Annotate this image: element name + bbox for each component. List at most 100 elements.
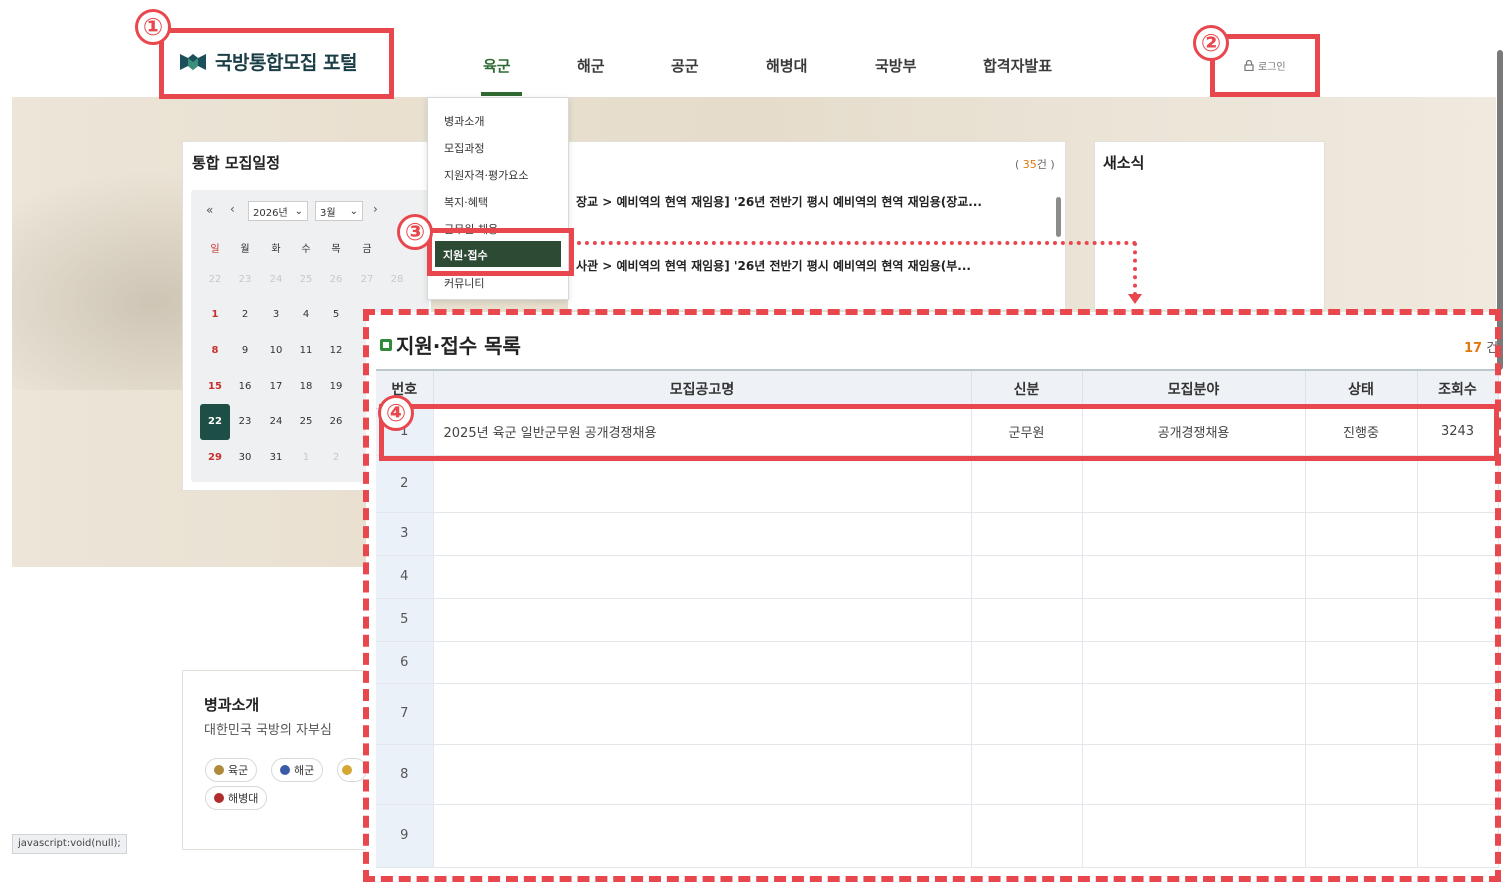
menu-item-qualifications[interactable]: 지원자격·평가요소 [444, 167, 528, 183]
intro-subtitle: 대한민국 국방의 자부심 [204, 723, 332, 738]
row-title[interactable] [433, 641, 972, 684]
calendar-day[interactable]: 4 [294, 309, 318, 320]
nav-active-indicator [481, 92, 522, 96]
table-row[interactable]: 4 [376, 555, 1499, 599]
row-title[interactable] [433, 683, 972, 745]
tag-airforce[interactable] [337, 758, 367, 782]
notice-scrollbar[interactable] [1056, 197, 1061, 237]
row-field [1082, 744, 1306, 805]
nav-marines[interactable]: 해병대 [766, 55, 807, 76]
calendar-day[interactable]: 8 [203, 345, 227, 356]
calendar-day[interactable]: 3 [264, 309, 288, 320]
table-row[interactable]: 3 [376, 512, 1499, 556]
table-row[interactable]: 2 [376, 455, 1499, 513]
row-field [1082, 598, 1306, 642]
row-title[interactable] [433, 512, 972, 556]
calendar-day[interactable]: 11 [294, 345, 318, 356]
row-number: 8 [376, 744, 434, 805]
calendar-day[interactable]: 23 [233, 416, 257, 427]
calendar-day[interactable]: 24 [264, 416, 288, 427]
calendar-day[interactable]: 2 [324, 452, 348, 463]
tag-army[interactable]: 육군 [205, 758, 258, 782]
menu-item-process[interactable]: 모집과정 [444, 140, 484, 156]
notice-count-number: 35 [1022, 158, 1037, 171]
schedule-title: 통합 모집일정 [192, 154, 281, 172]
prev-month-button[interactable]: ‹ [230, 202, 235, 216]
calendar-day[interactable]: 24 [264, 274, 288, 285]
page-scrollbar[interactable] [1497, 50, 1503, 370]
calendar-day[interactable]: 28 [385, 274, 409, 285]
calendar-day[interactable]: 17 [264, 381, 288, 392]
calendar-day[interactable]: 27 [355, 274, 379, 285]
nav-navy[interactable]: 해군 [577, 55, 605, 76]
nav-airforce[interactable]: 공군 [671, 55, 699, 76]
row-field [1082, 683, 1306, 745]
row-state [1305, 744, 1418, 805]
notice-item[interactable]: 사관 > 예비역의 현역 재임용] '26년 전반기 평시 예비역의 현역 재임… [576, 257, 971, 274]
menu-item-community[interactable]: 커뮤니티 [444, 275, 484, 291]
calendar-day-today[interactable]: 22 [200, 404, 230, 440]
row-title[interactable] [433, 555, 972, 599]
prev-year-button[interactable]: « [206, 203, 213, 217]
calendar-day[interactable]: 18 [294, 381, 318, 392]
calendar-day[interactable]: 10 [264, 345, 288, 356]
row-title[interactable] [433, 744, 972, 805]
calendar-day[interactable]: 12 [324, 345, 348, 356]
year-select[interactable]: 2026년 ⌄ [248, 201, 308, 221]
nav-mnd[interactable]: 국방부 [875, 55, 916, 76]
calendar-day[interactable]: 9 [233, 345, 257, 356]
tag-army-label: 육군 [228, 764, 249, 777]
row-title[interactable] [433, 804, 972, 868]
next-month-button[interactable]: › [373, 202, 378, 216]
calendar-day[interactable]: 1 [203, 309, 227, 320]
application-count-unit: 건 [1486, 341, 1499, 356]
row-title[interactable] [433, 455, 972, 513]
row-status-type [971, 455, 1083, 513]
callout-connector-vertical [1133, 242, 1137, 296]
row-views [1417, 804, 1499, 868]
calendar-day[interactable]: 31 [264, 452, 288, 463]
table-row[interactable]: 5 [376, 598, 1499, 642]
callout-number-1: ① [135, 9, 171, 45]
calendar-day[interactable]: 5 [324, 309, 348, 320]
calendar-day[interactable]: 25 [294, 274, 318, 285]
arrow-down-icon [1128, 294, 1142, 304]
calendar-day[interactable]: 25 [294, 416, 318, 427]
nav-army[interactable]: 육군 [483, 55, 511, 76]
status-bar: javascript:void(null); [12, 834, 127, 854]
calendar-day[interactable]: 15 [203, 381, 227, 392]
tag-navy[interactable]: 해군 [271, 758, 324, 782]
nav-results[interactable]: 합격자발표 [983, 55, 1052, 76]
tag-marines[interactable]: 해병대 [205, 786, 268, 810]
army-emblem-icon [214, 765, 224, 775]
calendar-day[interactable]: 1 [294, 452, 318, 463]
calendar-day[interactable]: 29 [203, 452, 227, 463]
table-row[interactable]: 7 [376, 683, 1499, 745]
col-header-field: 모집분야 [1082, 369, 1306, 409]
row-number: 6 [376, 641, 434, 684]
row-views [1417, 512, 1499, 556]
tag-navy-label: 해군 [294, 764, 315, 777]
notice-item[interactable]: 장교 > 예비역의 현역 재임용] '26년 전반기 평시 예비역의 현역 재임… [576, 193, 982, 210]
callout-box-3 [427, 228, 574, 276]
calendar-day[interactable]: 2 [233, 309, 257, 320]
calendar-day[interactable]: 19 [324, 381, 348, 392]
row-status-type [971, 683, 1083, 745]
calendar-day[interactable]: 22 [203, 274, 227, 285]
row-title[interactable] [433, 598, 972, 642]
table-row[interactable]: 8 [376, 744, 1499, 805]
navy-emblem-icon [280, 765, 290, 775]
chevron-down-icon: ⌄ [294, 205, 303, 217]
weekday-label: 목 [331, 244, 341, 255]
calendar-day[interactable]: 16 [233, 381, 257, 392]
row-field [1082, 512, 1306, 556]
calendar-day[interactable]: 26 [324, 274, 348, 285]
table-row[interactable]: 9 [376, 804, 1499, 868]
month-select[interactable]: 3월 ⌄ [315, 201, 363, 221]
menu-item-welfare[interactable]: 복지·혜택 [444, 194, 488, 210]
menu-item-branches[interactable]: 병과소개 [444, 113, 484, 129]
calendar-day[interactable]: 23 [233, 274, 257, 285]
calendar-day[interactable]: 26 [324, 416, 348, 427]
table-row[interactable]: 6 [376, 641, 1499, 684]
calendar-day[interactable]: 30 [233, 452, 257, 463]
